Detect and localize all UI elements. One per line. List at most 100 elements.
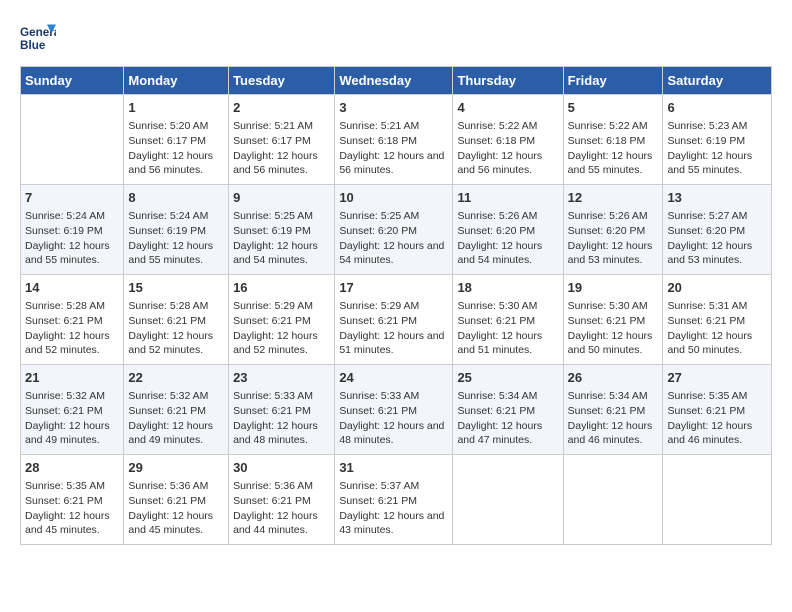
sunrise-text: Sunrise: 5:24 AM (25, 209, 119, 224)
sunset-text: Sunset: 6:21 PM (233, 404, 330, 419)
day-number: 2 (233, 99, 330, 117)
sunset-text: Sunset: 6:21 PM (339, 404, 448, 419)
calendar-cell: 3 Sunrise: 5:21 AMSunset: 6:18 PMDaylight… (335, 95, 453, 185)
sunset-text: Sunset: 6:21 PM (25, 314, 119, 329)
day-number: 26 (568, 369, 659, 387)
day-number: 29 (128, 459, 224, 477)
calendar-cell: 21Sunrise: 5:32 AMSunset: 6:21 PMDayligh… (21, 365, 124, 455)
day-number: 11 (457, 189, 558, 207)
sunset-text: Sunset: 6:17 PM (128, 134, 224, 149)
day-number: 20 (667, 279, 767, 297)
sunrise-text: Sunrise: 5:20 AM (128, 119, 224, 134)
day-number: 3 (339, 99, 448, 117)
calendar-cell: 15Sunrise: 5:28 AMSunset: 6:21 PMDayligh… (124, 275, 229, 365)
sunset-text: Sunset: 6:21 PM (25, 494, 119, 509)
day-number: 6 (667, 99, 767, 117)
weekday-header-monday: Monday (124, 67, 229, 95)
day-number: 28 (25, 459, 119, 477)
day-number: 15 (128, 279, 224, 297)
daylight-text: Daylight: 12 hours and 56 minutes. (339, 149, 448, 178)
sunrise-text: Sunrise: 5:33 AM (339, 389, 448, 404)
daylight-text: Daylight: 12 hours and 52 minutes. (128, 329, 224, 358)
sunset-text: Sunset: 6:21 PM (339, 494, 448, 509)
day-number: 17 (339, 279, 448, 297)
sunrise-text: Sunrise: 5:37 AM (339, 479, 448, 494)
daylight-text: Daylight: 12 hours and 49 minutes. (128, 419, 224, 448)
daylight-text: Daylight: 12 hours and 53 minutes. (568, 239, 659, 268)
day-number: 14 (25, 279, 119, 297)
sunrise-text: Sunrise: 5:30 AM (568, 299, 659, 314)
daylight-text: Daylight: 12 hours and 44 minutes. (233, 509, 330, 538)
day-number: 4 (457, 99, 558, 117)
daylight-text: Daylight: 12 hours and 51 minutes. (339, 329, 448, 358)
daylight-text: Daylight: 12 hours and 50 minutes. (667, 329, 767, 358)
daylight-text: Daylight: 12 hours and 43 minutes. (339, 509, 448, 538)
day-number: 24 (339, 369, 448, 387)
daylight-text: Daylight: 12 hours and 54 minutes. (339, 239, 448, 268)
calendar-cell: 10 Sunrise: 5:25 AMSunset: 6:20 PMDayligh… (335, 185, 453, 275)
calendar-cell: 16Sunrise: 5:29 AMSunset: 6:21 PMDayligh… (229, 275, 335, 365)
sunset-text: Sunset: 6:20 PM (667, 224, 767, 239)
daylight-text: Daylight: 12 hours and 56 minutes. (457, 149, 558, 178)
daylight-text: Daylight: 12 hours and 55 minutes. (667, 149, 767, 178)
sunset-text: Sunset: 6:20 PM (339, 224, 448, 239)
sunrise-text: Sunrise: 5:21 AM (233, 119, 330, 134)
calendar-cell (663, 455, 772, 545)
daylight-text: Daylight: 12 hours and 50 minutes. (568, 329, 659, 358)
calendar-cell: 11Sunrise: 5:26 AMSunset: 6:20 PMDayligh… (453, 185, 563, 275)
day-number: 22 (128, 369, 224, 387)
sunset-text: Sunset: 6:21 PM (25, 404, 119, 419)
sunrise-text: Sunrise: 5:30 AM (457, 299, 558, 314)
sunrise-text: Sunrise: 5:29 AM (339, 299, 448, 314)
sunrise-text: Sunrise: 5:36 AM (128, 479, 224, 494)
calendar-cell: 20Sunrise: 5:31 AMSunset: 6:21 PMDayligh… (663, 275, 772, 365)
sunrise-text: Sunrise: 5:28 AM (25, 299, 119, 314)
sunset-text: Sunset: 6:21 PM (128, 404, 224, 419)
calendar-table: SundayMondayTuesdayWednesdayThursdayFrid… (20, 66, 772, 545)
day-number: 8 (128, 189, 224, 207)
sunset-text: Sunset: 6:21 PM (339, 314, 448, 329)
calendar-cell: 12Sunrise: 5:26 AMSunset: 6:20 PMDayligh… (563, 185, 663, 275)
sunset-text: Sunset: 6:18 PM (339, 134, 448, 149)
sunset-text: Sunset: 6:21 PM (457, 404, 558, 419)
daylight-text: Daylight: 12 hours and 56 minutes. (233, 149, 330, 178)
daylight-text: Daylight: 12 hours and 55 minutes. (25, 239, 119, 268)
day-number: 7 (25, 189, 119, 207)
sunrise-text: Sunrise: 5:25 AM (233, 209, 330, 224)
sunset-text: Sunset: 6:18 PM (457, 134, 558, 149)
sunset-text: Sunset: 6:21 PM (128, 494, 224, 509)
calendar-cell: 19Sunrise: 5:30 AMSunset: 6:21 PMDayligh… (563, 275, 663, 365)
sunrise-text: Sunrise: 5:25 AM (339, 209, 448, 224)
calendar-cell: 30Sunrise: 5:36 AMSunset: 6:21 PMDayligh… (229, 455, 335, 545)
calendar-cell: 8Sunrise: 5:24 AMSunset: 6:19 PMDaylight… (124, 185, 229, 275)
daylight-text: Daylight: 12 hours and 48 minutes. (233, 419, 330, 448)
calendar-cell: 2Sunrise: 5:21 AMSunset: 6:17 PMDaylight… (229, 95, 335, 185)
calendar-cell: 17 Sunrise: 5:29 AMSunset: 6:21 PMDayligh… (335, 275, 453, 365)
sunrise-text: Sunrise: 5:36 AM (233, 479, 330, 494)
calendar-cell: 28Sunrise: 5:35 AMSunset: 6:21 PMDayligh… (21, 455, 124, 545)
day-number: 13 (667, 189, 767, 207)
calendar-cell: 18Sunrise: 5:30 AMSunset: 6:21 PMDayligh… (453, 275, 563, 365)
calendar-cell: 24Sunrise: 5:33 AMSunset: 6:21 PMDayligh… (335, 365, 453, 455)
day-number: 10 (339, 189, 448, 207)
sunrise-text: Sunrise: 5:22 AM (457, 119, 558, 134)
logo: General Blue (20, 20, 56, 56)
daylight-text: Daylight: 12 hours and 54 minutes. (457, 239, 558, 268)
calendar-cell (563, 455, 663, 545)
calendar-cell: 1Sunrise: 5:20 AMSunset: 6:17 PMDaylight… (124, 95, 229, 185)
day-number: 16 (233, 279, 330, 297)
day-number: 5 (568, 99, 659, 117)
daylight-text: Daylight: 12 hours and 51 minutes. (457, 329, 558, 358)
day-number: 21 (25, 369, 119, 387)
sunrise-text: Sunrise: 5:21 AM (339, 119, 448, 134)
daylight-text: Daylight: 12 hours and 52 minutes. (25, 329, 119, 358)
sunset-text: Sunset: 6:20 PM (568, 224, 659, 239)
sunset-text: Sunset: 6:18 PM (568, 134, 659, 149)
sunrise-text: Sunrise: 5:27 AM (667, 209, 767, 224)
sunrise-text: Sunrise: 5:32 AM (128, 389, 224, 404)
sunrise-text: Sunrise: 5:29 AM (233, 299, 330, 314)
sunset-text: Sunset: 6:21 PM (667, 404, 767, 419)
sunrise-text: Sunrise: 5:34 AM (568, 389, 659, 404)
calendar-cell (453, 455, 563, 545)
daylight-text: Daylight: 12 hours and 49 minutes. (25, 419, 119, 448)
